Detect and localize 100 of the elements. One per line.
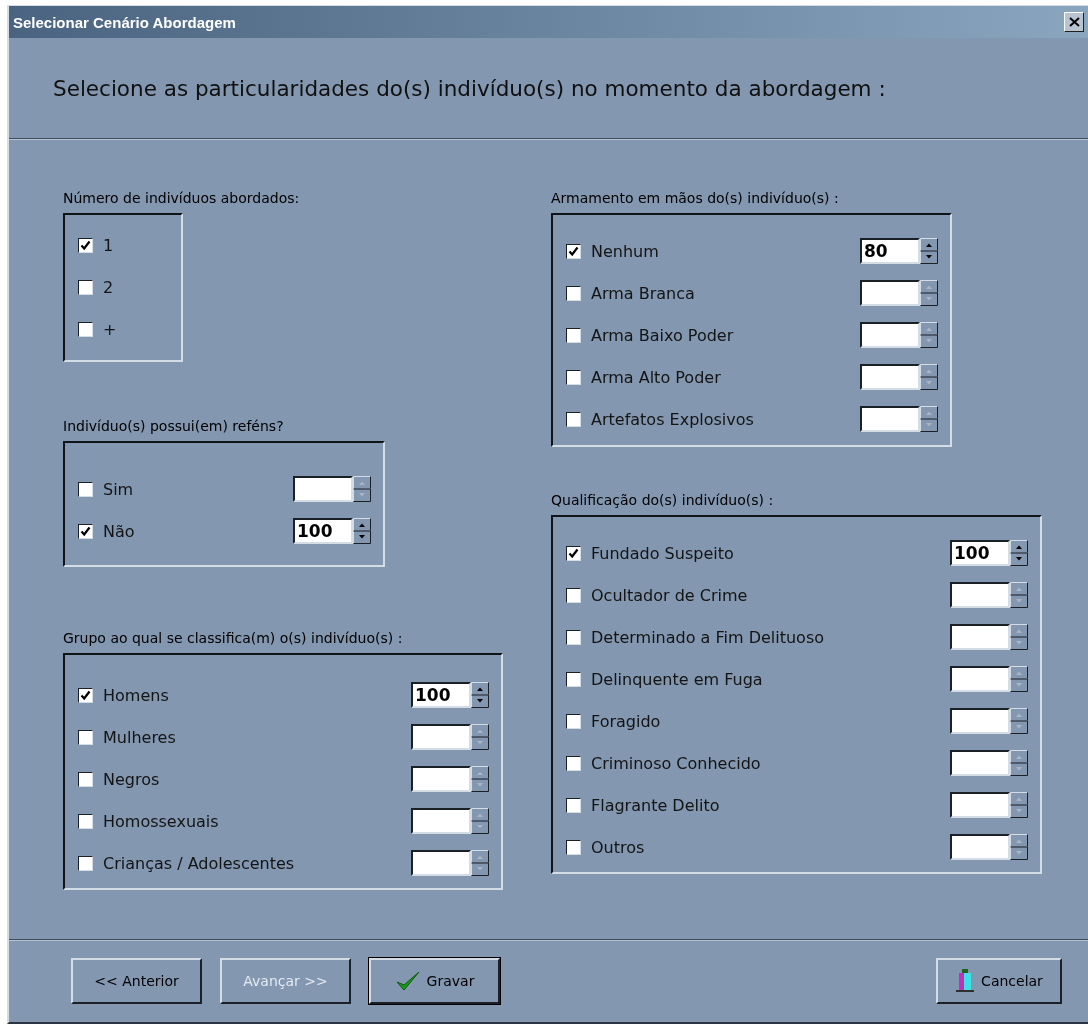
option-label: Nenhum: [591, 241, 660, 261]
checkbox[interactable]: [566, 839, 581, 855]
number-field[interactable]: 100: [950, 540, 1010, 566]
checkbox[interactable]: [78, 481, 93, 497]
option-label: Artefatos Explosivos: [591, 409, 755, 429]
number-field[interactable]: 100: [411, 682, 471, 708]
close-button[interactable]: [1064, 12, 1084, 32]
checkbox[interactable]: [78, 771, 93, 787]
option-label: Negros: [103, 769, 161, 789]
spin-button[interactable]: [353, 476, 371, 502]
option-label: Foragido: [591, 711, 662, 731]
spin-button[interactable]: [1010, 708, 1028, 734]
number-field[interactable]: [860, 322, 920, 348]
checkbox[interactable]: [566, 713, 581, 729]
group-label: Armamento em mãos do(s) indivíduo(s) :: [551, 189, 839, 208]
option-label: 1: [103, 235, 115, 255]
spin-button[interactable]: [471, 766, 489, 792]
checkbox[interactable]: [566, 411, 581, 427]
checkbox[interactable]: [78, 237, 93, 253]
spin-button[interactable]: [1010, 834, 1028, 860]
option-label: Arma Branca: [591, 283, 696, 303]
spin-button[interactable]: [1010, 750, 1028, 776]
spin-button[interactable]: [920, 322, 938, 348]
option-label: Sim: [103, 479, 135, 499]
checkbox[interactable]: [566, 587, 581, 603]
checkbox[interactable]: [566, 243, 581, 259]
checkbox[interactable]: [566, 327, 581, 343]
option-label: Homossexuais: [103, 811, 220, 831]
checkbox[interactable]: [566, 369, 581, 385]
spin-button[interactable]: [920, 238, 938, 264]
number-field[interactable]: [950, 666, 1010, 692]
number-field[interactable]: [950, 750, 1010, 776]
number-field[interactable]: 100: [293, 518, 353, 544]
option-label: Determinado a Fim Delituoso: [591, 627, 825, 647]
number-field[interactable]: [293, 476, 353, 502]
number-field[interactable]: [411, 808, 471, 834]
door-icon: [955, 969, 976, 993]
checkbox[interactable]: [566, 285, 581, 301]
checkbox[interactable]: [78, 321, 93, 337]
option-label: Ocultador de Crime: [591, 585, 749, 605]
dialog-button[interactable]: Gravar: [369, 958, 500, 1004]
number-field[interactable]: [860, 280, 920, 306]
checkbox[interactable]: [78, 855, 93, 871]
number-field[interactable]: [950, 834, 1010, 860]
checkbox[interactable]: [566, 629, 581, 645]
spin-button[interactable]: [471, 682, 489, 708]
checkbox[interactable]: [78, 729, 93, 745]
option-label: Arma Alto Poder: [591, 367, 722, 387]
checkbox[interactable]: [78, 687, 93, 703]
spin-button[interactable]: [1010, 792, 1028, 818]
spin-button[interactable]: [471, 850, 489, 876]
checkbox[interactable]: [566, 755, 581, 771]
window-title: Selecionar Cenário Abordagem: [13, 13, 236, 31]
group-label: Indivíduo(s) possui(em) reféns?: [63, 417, 284, 436]
checkbox[interactable]: [566, 671, 581, 687]
dialog-button[interactable]: << Anterior: [71, 958, 202, 1004]
option-label: 2: [103, 277, 115, 297]
checkmark-icon: [394, 970, 421, 992]
spin-button[interactable]: [1010, 666, 1028, 692]
checkbox[interactable]: [566, 797, 581, 813]
cancel-button[interactable]: Cancelar: [936, 958, 1062, 1004]
group-label: Qualificação do(s) indivíduo(s) :: [551, 491, 774, 510]
number-field[interactable]: [411, 724, 471, 750]
option-label: Crianças / Adolescentes: [103, 853, 296, 873]
heading: Selecione as particularidades do(s) indivíduo(s) no momento da abordagem :: [53, 75, 886, 101]
option-label: Flagrante Delito: [591, 795, 721, 815]
spin-button[interactable]: [471, 724, 489, 750]
option-label: Criminoso Conhecido: [591, 753, 762, 773]
number-field[interactable]: [950, 624, 1010, 650]
group-label: Número de indivíduos abordados:: [63, 189, 300, 208]
option-label: Não: [103, 521, 136, 541]
option-label: Delinquente em Fuga: [591, 669, 764, 689]
number-field[interactable]: [860, 364, 920, 390]
group-label: Grupo ao qual se classifica(m) o(s) indivíduo(s) :: [63, 629, 403, 648]
number-field[interactable]: [950, 708, 1010, 734]
option-label: Homens: [103, 685, 170, 705]
checkbox[interactable]: [78, 523, 93, 539]
close-icon: [1068, 17, 1080, 27]
spin-button[interactable]: [920, 280, 938, 306]
option-label: Outros: [591, 837, 646, 857]
checkbox[interactable]: [566, 545, 581, 561]
number-field[interactable]: [950, 582, 1010, 608]
spin-button[interactable]: [353, 518, 371, 544]
spin-button[interactable]: [1010, 582, 1028, 608]
number-field[interactable]: [860, 406, 920, 432]
number-field[interactable]: [411, 766, 471, 792]
number-field[interactable]: [950, 792, 1010, 818]
option-label: +: [103, 319, 118, 339]
number-field[interactable]: [411, 850, 471, 876]
option-label: Arma Baixo Poder: [591, 325, 735, 345]
option-label: Fundado Suspeito: [591, 543, 735, 563]
checkbox[interactable]: [78, 279, 93, 295]
spin-button[interactable]: [920, 406, 938, 432]
spin-button[interactable]: [1010, 540, 1028, 566]
spin-button[interactable]: [920, 364, 938, 390]
number-field[interactable]: 80: [860, 238, 920, 264]
option-label: Mulheres: [103, 727, 177, 747]
spin-button[interactable]: [1010, 624, 1028, 650]
spin-button[interactable]: [471, 808, 489, 834]
checkbox[interactable]: [78, 813, 93, 829]
